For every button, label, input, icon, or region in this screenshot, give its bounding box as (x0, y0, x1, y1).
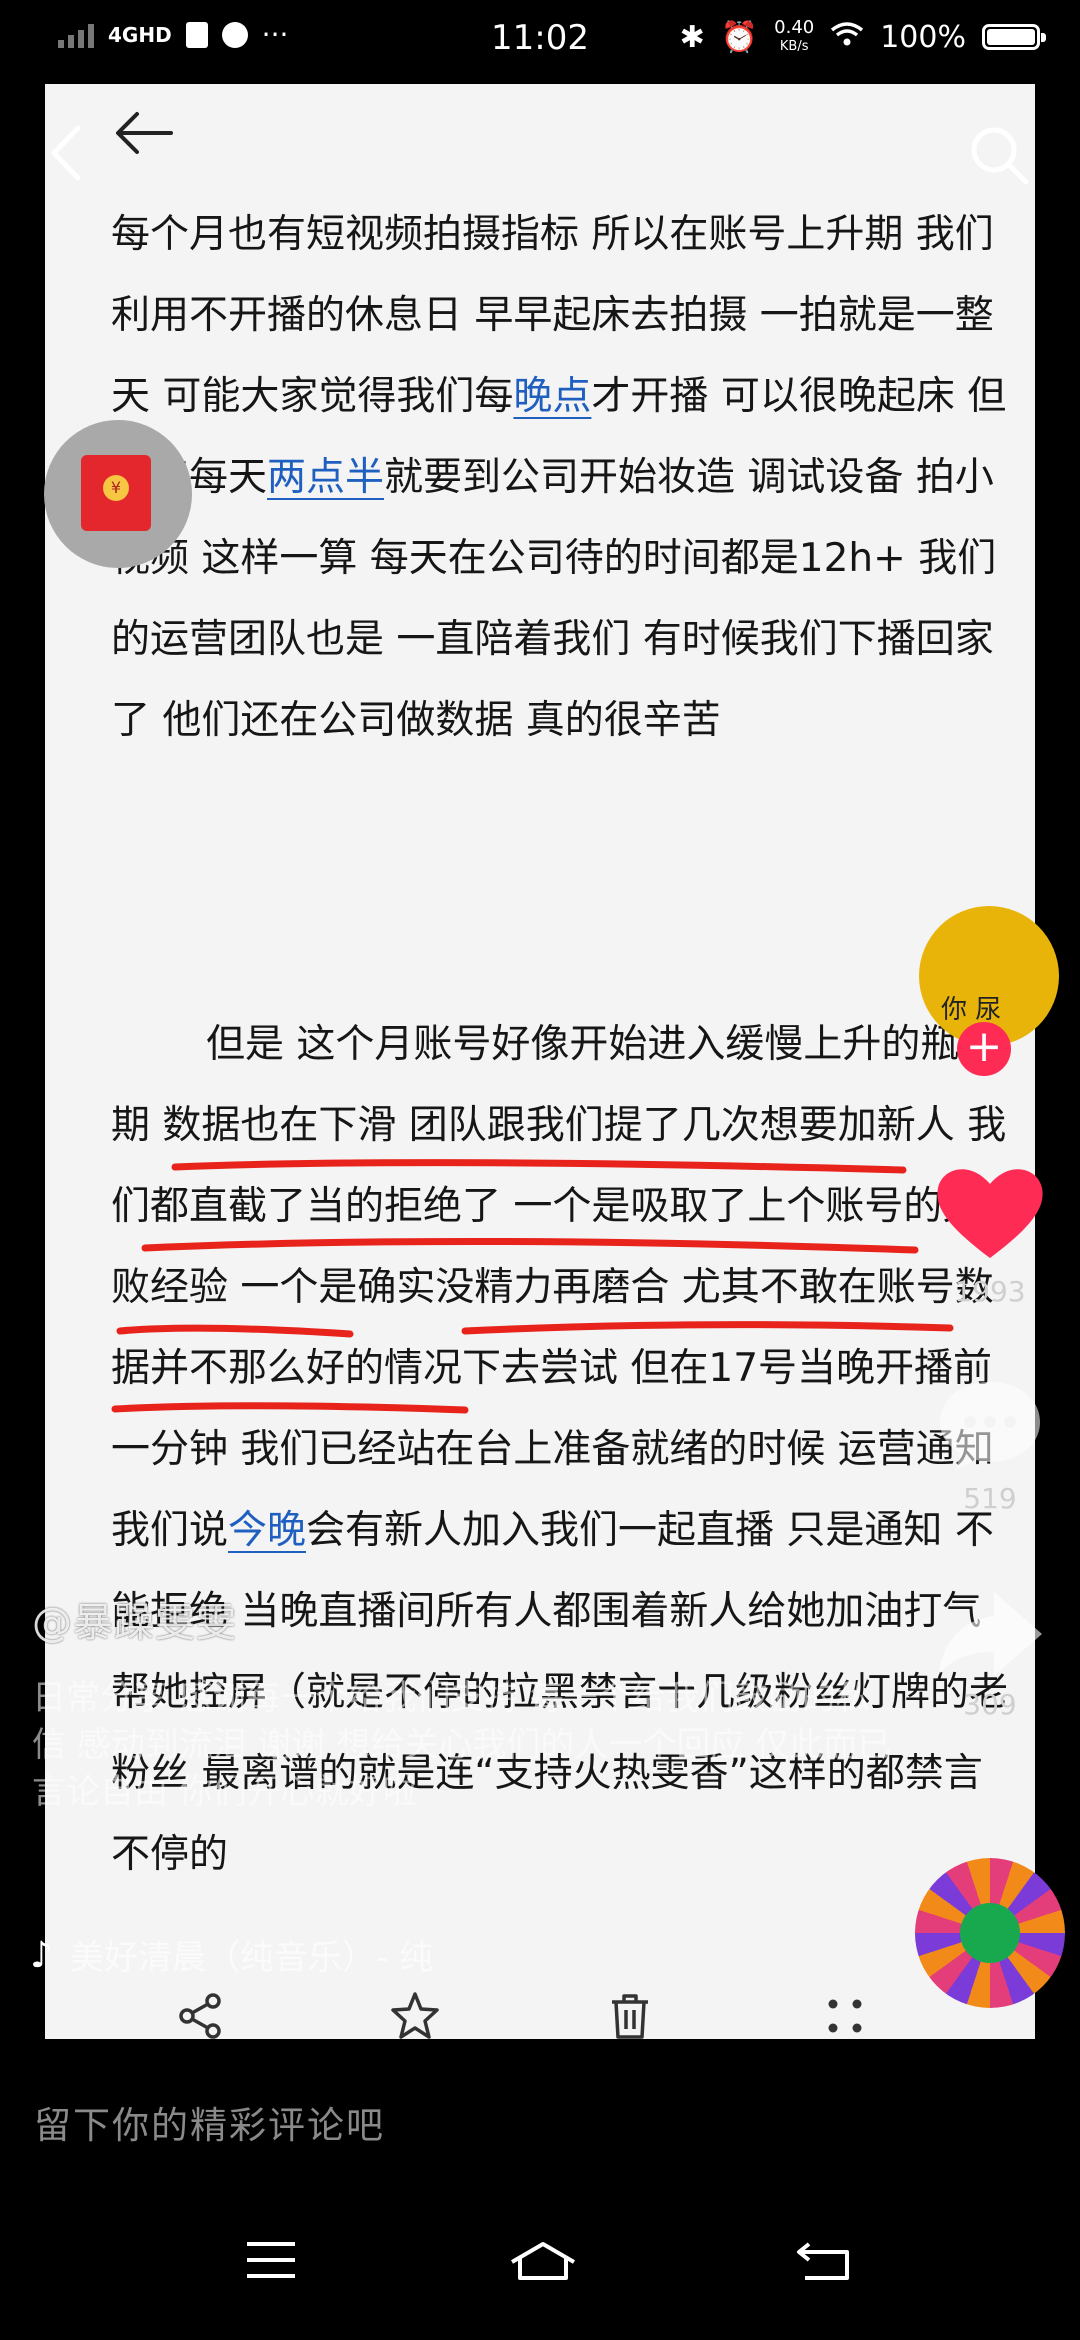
arrow-left-icon[interactable] (113, 102, 175, 164)
text-run: 但是 这个月账号好像开始进入缓慢上升的瓶颈期 数据也在下滑 团队跟我们提了几次想… (111, 1022, 1007, 1553)
bluetooth-icon: ✱ (679, 19, 705, 55)
status-bar: 4GHD ··· 11:02 ✱ ⏰ 0.40 KB/s 100% (0, 0, 1080, 82)
share-icon (179, 1993, 221, 2039)
heart-icon[interactable] (930, 1158, 1050, 1268)
search-icon[interactable] (966, 122, 1032, 188)
music-disc[interactable] (915, 1858, 1065, 2008)
battery-icon (982, 24, 1046, 50)
comment-icon[interactable] (930, 1370, 1050, 1480)
red-envelope-icon: ¥ (81, 455, 151, 531)
video-description: 日常分享 感谢每一个给我们支持 每一个给我们鼓励的私信 感动到流泪 谢谢 想给关… (32, 1678, 892, 1812)
like-count: 1993 (954, 1275, 1026, 1308)
net-speed-unit: KB/s (779, 39, 809, 54)
star-icon (391, 1992, 439, 2039)
home-icon[interactable] (508, 2240, 578, 2282)
menu-icon[interactable] (245, 2240, 297, 2280)
video-back-icon[interactable] (46, 122, 86, 184)
red-packet-widget[interactable]: ¥ (44, 420, 192, 568)
wifi-icon (830, 20, 864, 55)
trash-icon (612, 1994, 648, 2039)
link-text[interactable]: 两点半 (267, 455, 384, 500)
battery-percent: 100% (880, 19, 966, 55)
follow-plus-button[interactable]: + (957, 1022, 1011, 1076)
net-speed-value: 0.40 (774, 17, 815, 38)
return-icon[interactable] (795, 2240, 851, 2282)
music-disc-center (960, 1903, 1020, 1963)
link-text[interactable]: 今晚 (228, 1508, 306, 1553)
delete-action[interactable]: 删除 (570, 1989, 690, 2039)
comment-input[interactable]: 留下你的精彩评论吧 (34, 2095, 385, 2149)
music-title[interactable]: 美好清晨（纯音乐）- 纯 (70, 1930, 433, 1979)
favorite-action[interactable]: 收藏 (355, 1989, 475, 2039)
link-text[interactable]: 晚点 (513, 374, 591, 419)
paragraph-1: 每个月也有短视频拍摄指标 所以在账号上升期 我们利用不开播的休息日 早早起床去拍… (111, 194, 1011, 761)
alarm-icon: ⏰ (720, 19, 759, 55)
share-arrow-icon[interactable] (930, 1578, 1050, 1688)
status-right: ✱ ⏰ 0.40 KB/s 100% (679, 18, 1046, 56)
more-dots-icon (828, 1999, 862, 2033)
net-speed: 0.40 KB/s (774, 18, 814, 56)
comment-count: 519 (963, 1482, 1017, 1515)
share-action[interactable]: 分享 (140, 1989, 260, 2039)
author-name[interactable]: @暴躁雯雯 (32, 1590, 237, 1648)
music-note-icon: ♪ (30, 1935, 53, 1976)
share-count: 309 (963, 1688, 1017, 1721)
more-action[interactable]: 更多 (785, 1989, 905, 2039)
